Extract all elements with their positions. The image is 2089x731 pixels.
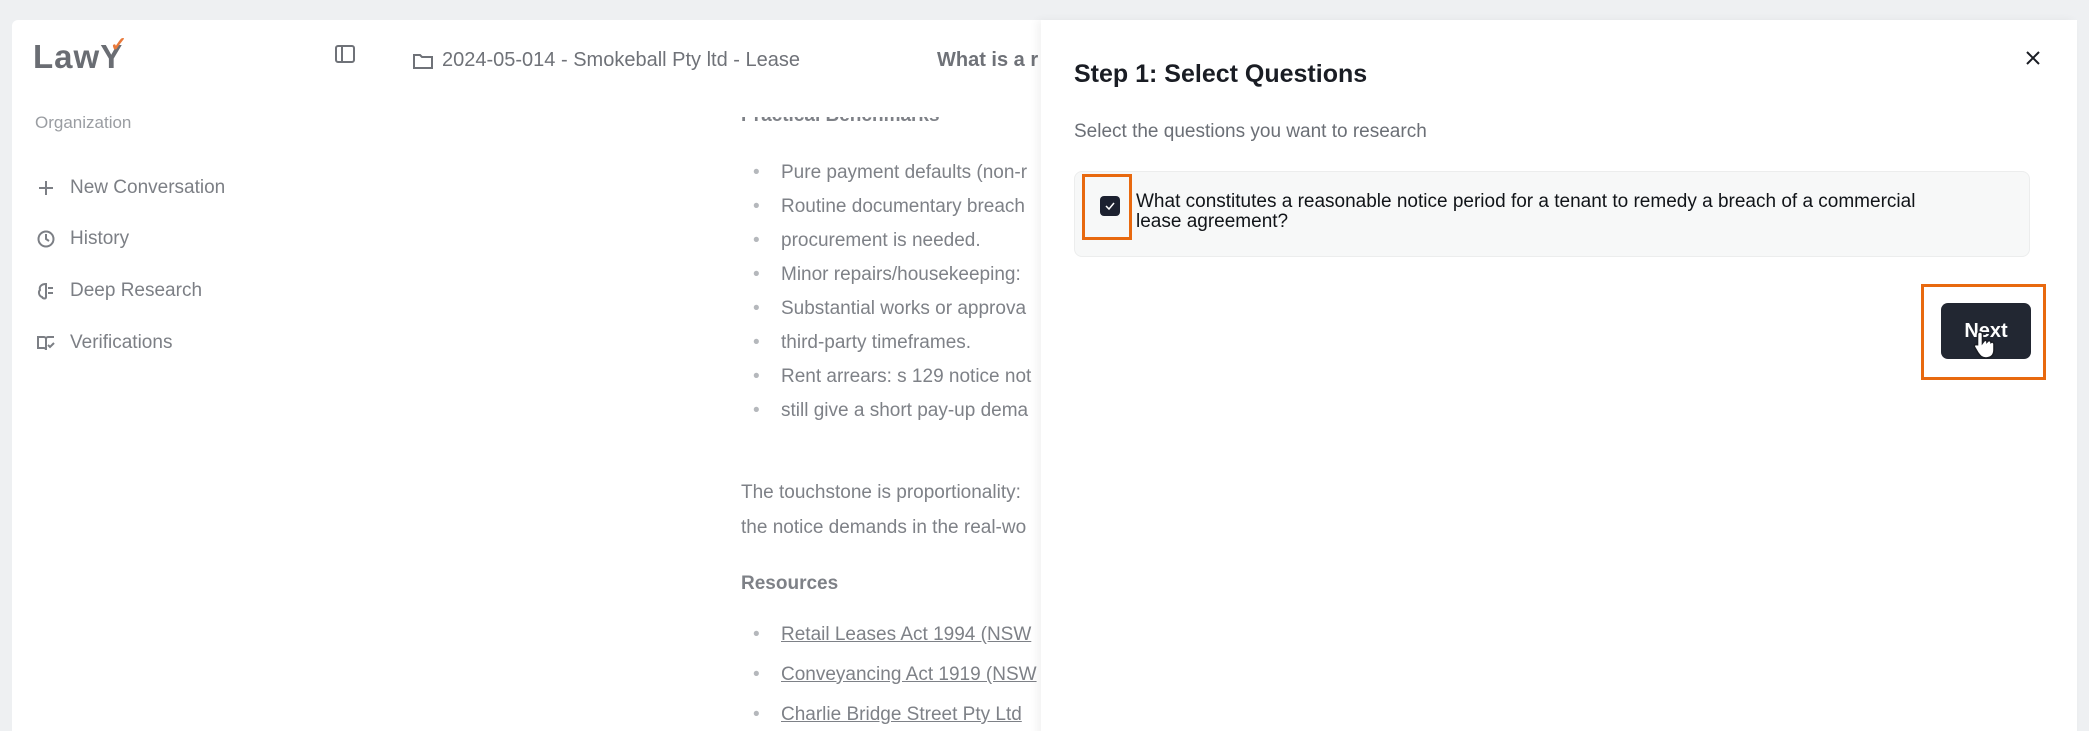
section-heading: Practical Benchmarks [741,105,940,126]
brain-icon [34,279,58,303]
resource-link[interactable]: Conveyancing Act 1919 (NSW [741,655,1037,695]
paragraph-line: The touchstone is proportionality: [741,482,1021,503]
resources-heading: Resources [741,573,839,594]
list-item: Minor repairs/housekeeping: [741,258,1071,292]
sidebar-item-label: Verifications [70,332,173,353]
list-item: Pure payment defaults (non-r [741,156,1071,190]
logo[interactable]: LawY ✓ [33,34,128,76]
question-text-line: What constitutes a reasonable notice per… [1136,191,1916,212]
sidebar-item-history[interactable]: History [34,224,129,254]
section-label-organization: Organization [35,113,132,132]
paragraph-line: the notice demands in the real-wo [741,517,1027,538]
folder-icon [413,53,433,69]
chat-title: What is a r [937,49,1039,71]
sidebar-item-new-conversation[interactable]: New Conversation [34,173,225,203]
sidebar-item-verifications[interactable]: Verifications [34,328,172,358]
list-item-continuation: still give a short pay-up dema [741,394,1071,428]
select-questions-panel: Step 1: Select Questions Select the ques… [1041,20,2077,731]
paragraph: The touchstone is proportionality: the n… [741,475,1026,545]
close-icon[interactable] [2019,44,2047,72]
list-item: Rent arrears: s 129 notice not [741,360,1071,394]
highlight-box-checkbox [1082,174,1132,240]
sidebar-item-label: History [70,228,130,249]
question-option[interactable]: What constitutes a reasonable notice per… [1074,171,2030,257]
list-item: Substantial works or approva [741,292,1071,326]
list-item-text: third-party timeframes. [781,332,972,353]
resource-link[interactable]: Charlie Bridge Street Pty Ltd [741,695,1037,731]
hand-cursor-icon [1973,331,1995,359]
resource-links: Retail Leases Act 1994 (NSW Conveyancing… [741,615,1037,731]
list-item-text: procurement is needed. [781,230,981,251]
panel-subtitle: Select the questions you want to researc… [1074,121,1427,142]
resource-link[interactable]: Retail Leases Act 1994 (NSW [741,615,1037,655]
breadcrumb-label: 2024-05-014 - Smokeball Pty ltd - Lease [442,49,800,71]
history-icon [34,227,58,251]
sidebar-toggle-icon[interactable] [334,43,356,65]
sidebar-item-label: Deep Research [70,280,203,301]
logo-text: Law [33,38,101,75]
panel-title: Step 1: Select Questions [1074,60,1368,88]
question-text: What constitutes a reasonable notice per… [1136,192,2016,232]
bullet-list: Pure payment defaults (non-r Routine doc… [741,156,1071,428]
list-item-text: still give a short pay-up dema [781,400,1029,421]
sidebar-item-deep-research[interactable]: Deep Research [34,276,202,306]
breadcrumb[interactable]: 2024-05-014 - Smokeball Pty ltd - Lease [412,49,800,72]
list-item-continuation: procurement is needed. [741,224,1071,258]
list-item: Routine documentary breach [741,190,1071,224]
list-item-continuation: third-party timeframes. [741,326,1071,360]
question-text-line: lease agreement? [1136,211,1289,232]
sidebar-item-label: New Conversation [70,177,226,198]
book-check-icon [34,331,58,355]
logo-mark: Y ✓ [100,34,128,75]
sidebar: LawY ✓ Organization New Conversation Hist… [12,20,382,731]
plus-icon [34,176,58,200]
